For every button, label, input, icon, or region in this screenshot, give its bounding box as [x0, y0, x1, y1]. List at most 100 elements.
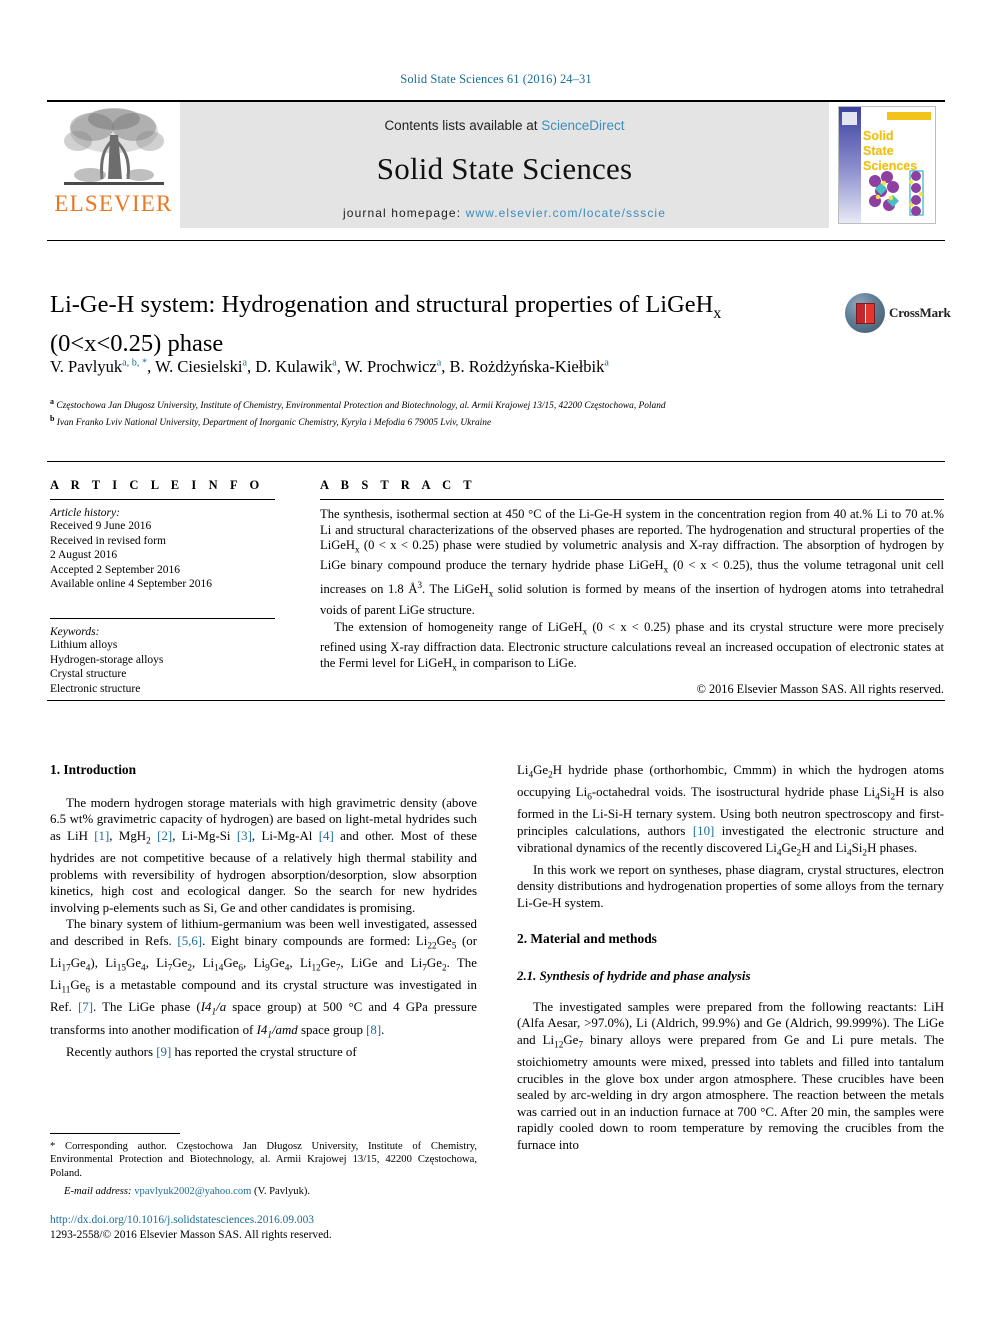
sg-frag: I4 — [256, 1022, 268, 1037]
citation-ref[interactable]: [8] — [366, 1023, 381, 1037]
elsevier-tree-icon — [63, 108, 164, 185]
article-history-label: Article history: — [50, 507, 120, 519]
text-frag: Ge — [426, 956, 442, 971]
text-frag: Ge — [436, 933, 452, 948]
title-subscript-x: x — [713, 304, 722, 322]
formula-sub: 17 — [61, 963, 71, 974]
citation-ref[interactable]: [7] — [78, 1000, 93, 1014]
subsection-heading-synthesis: 2.1. Synthesis of hydride and phase anal… — [517, 969, 751, 984]
corresponding-author-footnote: * Corresponding author. Częstochowa Jan … — [50, 1133, 477, 1199]
text-frag: Ge — [320, 956, 336, 971]
keyword-item: Electronic structure — [50, 682, 141, 695]
space-group-italic: I41/a — [200, 1000, 226, 1018]
email-suffix: (V. Pavlyuk). — [251, 1186, 311, 1198]
cover-yellow-bar — [887, 112, 931, 120]
email-link[interactable]: vpavlyuk2002@yahoo.com — [134, 1186, 251, 1197]
contents-prefix: Contents lists available at — [384, 118, 542, 133]
abstract-copyright: © 2016 Elsevier Masson SAS. All rights r… — [696, 682, 944, 697]
text-frag: , Li-Mg-Al — [251, 828, 319, 843]
article-history-item: 2 August 2016 — [50, 549, 118, 562]
doi-link[interactable]: http://dx.doi.org/10.1016/j.solidstatesc… — [50, 1213, 480, 1228]
journal-cover-thumbnail: Solid State Sciences — [829, 102, 945, 228]
sg-frag: I4 — [200, 1000, 212, 1015]
space-group-italic: I41/amd — [256, 1022, 298, 1041]
crossmark-book-glyph — [855, 302, 875, 324]
text-frag: Ge — [533, 763, 549, 777]
citation-ref[interactable]: [2] — [157, 829, 172, 843]
text-frag: Ge — [223, 956, 239, 971]
homepage-url-link[interactable]: www.elsevier.com/locate/ssscie — [466, 206, 666, 220]
sciencedirect-link[interactable]: ScienceDirect — [541, 118, 624, 133]
elsevier-wordmark: ELSEVIER — [54, 191, 173, 216]
author-name: W. Ciesielski — [155, 357, 243, 376]
author-name: W. Prochwicz — [344, 357, 437, 376]
text-frag: , Li-Mg-Si — [172, 828, 237, 843]
keywords-label: Keywords: — [50, 625, 100, 638]
citation-ref[interactable]: [9] — [156, 1045, 171, 1059]
text-frag: . Eight binary compounds are formed: Li — [202, 933, 428, 948]
author-list: V. Pavlyuka, b, *, W. Ciesielskia, D. Ku… — [50, 357, 609, 376]
author-affiliation-marks: a — [604, 357, 609, 369]
text-frag: -octahedral voids. The isostructural hyd… — [591, 785, 876, 800]
text-frag: Ge — [172, 956, 188, 971]
text-frag: Li — [517, 763, 529, 777]
text-frag: H and Li — [801, 840, 848, 855]
text-frag: Recently authors — [66, 1044, 157, 1059]
text-frag: space group — [297, 1022, 367, 1037]
text-frag: . The LiGe phase ( — [93, 1000, 201, 1015]
author-affiliation-marks: a — [242, 357, 247, 369]
author-affiliation-marks: a — [332, 357, 337, 369]
abstract-rule — [320, 499, 944, 500]
text-frag: , MgH — [109, 828, 147, 843]
abstract-body: The synthesis, isothermal section at 450… — [320, 507, 944, 676]
text-frag: , Li — [192, 956, 215, 971]
formula-sub: 12 — [554, 1040, 564, 1051]
article-history-item: Received in revised form — [50, 534, 166, 547]
affiliation-text: Częstochowa Jan Długosz University, Inst… — [56, 401, 666, 412]
citation-ref[interactable]: [10] — [693, 824, 714, 838]
contents-list-line: Contents lists available at ScienceDirec… — [384, 118, 624, 133]
journal-banner: Contents lists available at ScienceDirec… — [180, 102, 829, 228]
text-frag: Si — [851, 840, 863, 855]
article-info-heading: A R T I C L E I N F O — [50, 478, 264, 492]
crossmark-icon — [845, 293, 885, 333]
text-frag: , LiGe and Li — [340, 956, 423, 971]
text-frag: Ge — [126, 956, 142, 971]
issn-copyright-line: 1293-2558/© 2016 Elsevier Masson SAS. Al… — [50, 1228, 332, 1241]
author-name: D. Kulawik — [255, 357, 333, 376]
body-paragraph: Recently authors [9] has reported the cr… — [50, 1044, 477, 1061]
author-name: B. Rożdżyńska-Kiełbik — [449, 357, 605, 376]
sg-frag: /amd — [271, 1022, 298, 1037]
text-frag: Ge — [781, 840, 797, 855]
abstract-frag: The extension of homogeneity range of Li… — [334, 620, 583, 635]
page-title: Li-Ge-H system: Hydrogenation and struct… — [50, 290, 830, 359]
crossmark-label: CrossMark — [889, 305, 951, 320]
article-history-item: Accepted 2 September 2016 — [50, 563, 180, 576]
citation-ref[interactable]: [3] — [237, 829, 252, 843]
email-line: E-mail address: vpavlyuk2002@yahoo.com (… — [50, 1185, 477, 1198]
citation-ref[interactable]: [4] — [319, 829, 334, 843]
cover-title-line-1: Solid — [863, 129, 894, 143]
body-paragraph: The modern hydrogen storage materials wi… — [50, 795, 477, 917]
affiliation-mark: a — [50, 397, 54, 406]
body-column-left: 1. Introduction The modern hydrogen stor… — [50, 762, 477, 1060]
cover-publisher-mark-icon — [842, 112, 857, 125]
keyword-item: Hydrogen-storage alloys — [50, 653, 164, 666]
text-frag: has reported the crystal structure of — [171, 1044, 357, 1059]
body-paragraph: In this work we report on syntheses, pha… — [517, 862, 944, 910]
text-frag: Ge — [70, 978, 86, 993]
abstract-frag: in comparison to LiGe. — [456, 656, 577, 670]
journal-homepage-line: journal homepage: www.elsevier.com/locat… — [180, 206, 829, 220]
crossmark-badge[interactable]: CrossMark — [845, 291, 951, 335]
body-paragraph: The binary system of lithium-germanium w… — [50, 916, 477, 1043]
section-heading-methods: 2. Material and methods — [517, 931, 657, 947]
author-affiliation-marks: a, b, * — [122, 357, 148, 369]
affiliation-text: Ivan Franko Lviv National University, De… — [56, 417, 492, 428]
title-line-2: (0<x<0.25) phase — [50, 329, 224, 357]
citation-ref[interactable]: [1] — [94, 829, 109, 843]
journal-masthead: ELSEVIER Contents lists available at Sci… — [47, 100, 945, 228]
crystal-structure-icon — [869, 170, 924, 216]
citation-ref[interactable]: [5,6] — [177, 934, 202, 948]
elsevier-logo: ELSEVIER — [47, 102, 180, 228]
cover-art: Solid State Sciences — [838, 106, 936, 224]
